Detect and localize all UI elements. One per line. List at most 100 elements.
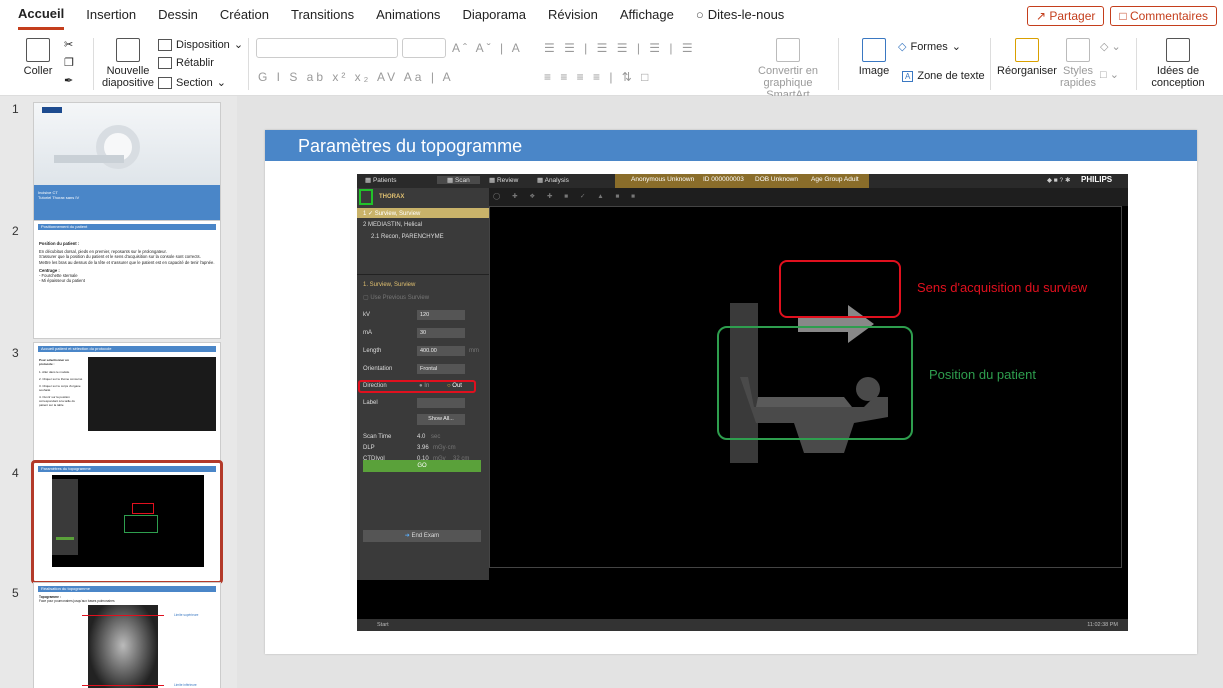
viewer-toolbar: ◯ ✚ ❖ ✚ ■ ✓ ▲ ■ ■ bbox=[489, 188, 1128, 206]
fill-icon[interactable]: ◇ ⌄ bbox=[1100, 40, 1121, 53]
reset-button[interactable]: Rétablir bbox=[158, 57, 214, 69]
tab-transitions[interactable]: Transitions bbox=[291, 0, 354, 30]
patient-age-group: Age Group Adult bbox=[811, 176, 859, 183]
outline-icon[interactable]: □ ⌄ bbox=[1100, 68, 1119, 81]
patients-icon: ▦ bbox=[365, 177, 372, 184]
checkbox-icon: ▢ bbox=[363, 295, 369, 301]
design-ideas-label-1: Idées de bbox=[1156, 65, 1200, 77]
quick-styles-icon bbox=[1066, 38, 1090, 62]
image-button[interactable]: Image bbox=[856, 38, 892, 77]
tab-animations[interactable]: Animations bbox=[376, 0, 440, 30]
series-row: 1 ✓ Surview, Surview bbox=[363, 211, 421, 217]
protocol-name: THORAX bbox=[379, 194, 405, 200]
quick-styles-button[interactable]: Styles rapides bbox=[1058, 38, 1098, 89]
thumbnail-line: Mettre les bras au dessus de la tête et … bbox=[39, 259, 215, 265]
viewer-tool-icons: ◯ ✚ ❖ ✚ ■ ✓ ▲ ■ ■ bbox=[493, 193, 641, 200]
new-slide-button[interactable]: Nouvelle diapositive bbox=[102, 38, 154, 89]
tab-label: Review bbox=[496, 177, 519, 184]
scanner-screenshot bbox=[88, 357, 216, 431]
thumbnail-line: 3. Cliquer sur le corps d'organe souhait… bbox=[39, 384, 81, 392]
thumbnail-slide-5[interactable]: Réalisation du topogramme Topogramme : F… bbox=[33, 582, 221, 688]
layout-label: Disposition bbox=[176, 38, 230, 51]
image-label: Image bbox=[858, 65, 890, 77]
lightbulb-icon: ○ bbox=[695, 7, 704, 22]
slide-thumbnails-panel[interactable]: 1 Incisive CT Tutoriel Thorax sans IV 2 … bbox=[0, 96, 237, 688]
dlp-label: DLP bbox=[363, 445, 375, 451]
tab-tell-me[interactable]: ○ Dites-le-nous bbox=[696, 0, 784, 30]
tab-affichage[interactable]: Affichage bbox=[620, 0, 674, 30]
thumbnail-slide-4-selected[interactable]: Paramètres du topogramme bbox=[31, 460, 223, 584]
go-button: GO bbox=[363, 460, 481, 472]
scanner-protocol-panel: THORAX 1 ✓ Surview, Surview 2 MEDIASTIN,… bbox=[357, 188, 489, 580]
use-previous-label: Use Previous Surview bbox=[370, 295, 430, 301]
tell-me-label: Dites-le-nous bbox=[707, 7, 785, 22]
smartart-button[interactable]: Convertir en graphique SmartArt bbox=[750, 38, 826, 101]
design-ideas-label-2: conception bbox=[1151, 77, 1205, 89]
tab-accueil[interactable]: Accueil bbox=[18, 0, 65, 30]
smartart-icon bbox=[776, 38, 800, 62]
thumbnail-slide-2[interactable]: Positionnement du patient Position du pa… bbox=[33, 220, 221, 339]
length-field: 400.00 bbox=[417, 346, 465, 356]
thumbnail-slide-3[interactable]: Accueil patient et sélection du protocol… bbox=[33, 342, 221, 461]
direction-in-radio: ● In bbox=[419, 383, 430, 389]
align-buttons[interactable]: ≡ ≡ ≡ ≡ | ⇅ □ bbox=[544, 70, 651, 84]
direction-annotation-box[interactable] bbox=[779, 260, 901, 318]
scan-time-unit: sec bbox=[431, 434, 441, 440]
tab-diaporama[interactable]: Diaporama bbox=[462, 0, 526, 30]
scanner-tab-patients: ▦ Patients bbox=[365, 176, 396, 184]
position-annotation-box[interactable] bbox=[717, 326, 913, 440]
font-format-buttons[interactable]: G I S ab x² x₂ AV Aa | A bbox=[258, 70, 454, 84]
use-previous-surview: ▢ Use Previous Surview bbox=[363, 294, 429, 301]
smartart-label-1: Convertir en bbox=[758, 65, 818, 77]
tab-creation[interactable]: Création bbox=[220, 0, 269, 30]
layout-button[interactable]: Disposition ⌄ bbox=[158, 38, 243, 51]
tab-label: Scan bbox=[454, 177, 470, 184]
shapes-button[interactable]: ◇ Formes ⌄ bbox=[898, 40, 961, 54]
philips-logo: PHILIPS bbox=[1081, 175, 1113, 184]
comments-button[interactable]: □ Commentaires bbox=[1110, 6, 1217, 26]
scanner-tab-scan: ▦ Scan bbox=[437, 176, 480, 184]
comment-icon: □ bbox=[1119, 9, 1130, 23]
scan-icon: ▦ bbox=[447, 177, 454, 184]
slide-title[interactable]: Paramètres du topogramme bbox=[298, 136, 522, 157]
slide-title-bar: Paramètres du topogramme bbox=[265, 130, 1197, 161]
thumbnail-slide-1[interactable]: Incisive CT Tutoriel Thorax sans IV bbox=[33, 102, 221, 221]
thumbnail-line: Tutoriel Thorax sans IV bbox=[38, 195, 80, 200]
paste-button[interactable]: Coller bbox=[18, 38, 58, 77]
tab-dessin[interactable]: Dessin bbox=[158, 0, 198, 30]
font-size-buttons[interactable]: Aˆ Aˇ | A bbox=[452, 41, 523, 55]
font-size-select[interactable] bbox=[402, 38, 446, 58]
ct-scanner-image bbox=[34, 103, 220, 185]
position-annotation-label[interactable]: Position du patient bbox=[929, 367, 1036, 382]
cut-icon[interactable]: ✂ bbox=[64, 38, 73, 51]
arrange-button[interactable]: Réorganiser bbox=[997, 38, 1057, 77]
thumbnail-line: Face pour poumonaires jusqu'aux bases pu… bbox=[39, 599, 115, 603]
current-slide[interactable]: Paramètres du topogramme ▦ Patients ▦ Sc… bbox=[265, 130, 1197, 654]
thumbnail-title: Paramètres du topogramme bbox=[38, 466, 216, 472]
font-family-select[interactable] bbox=[256, 38, 398, 58]
shapes-icon: ◇ bbox=[898, 41, 907, 53]
tab-insertion[interactable]: Insertion bbox=[86, 0, 136, 30]
quick-styles-label-2: rapides bbox=[1059, 77, 1097, 89]
patient-banner: Anonymous Unknown ID 000000003 DOB Unkno… bbox=[615, 174, 869, 188]
tab-label: Patients bbox=[372, 177, 397, 184]
status-clock: 11:02:38 PM bbox=[1087, 622, 1118, 628]
series-row: 2.1 Recon, PARENCHYME bbox=[371, 234, 444, 240]
thumbnail-title: Accueil patient et sélection du protocol… bbox=[38, 346, 216, 352]
thumbnail-line: 2. Cliquer sur le thème concerné bbox=[39, 377, 83, 381]
thumbnail-number: 4 bbox=[12, 466, 19, 480]
section-button[interactable]: Section ⌄ bbox=[158, 76, 226, 89]
copy-icon[interactable]: ❐ bbox=[64, 56, 74, 69]
slide-editor[interactable]: Paramètres du topogramme ▦ Patients ▦ Sc… bbox=[237, 96, 1223, 688]
share-label: Partager bbox=[1049, 9, 1096, 23]
textbox-button[interactable]: A Zone de texte bbox=[902, 70, 985, 82]
paragraph-buttons[interactable]: ☰ ☰ | ☰ ☰ | ☰ | ☰ bbox=[544, 41, 696, 55]
direction-annotation-label[interactable]: Sens d'acquisition du surview bbox=[917, 280, 1087, 295]
format-painter-icon[interactable]: ✒ bbox=[64, 74, 73, 87]
share-icon: ↗ bbox=[1035, 9, 1050, 23]
tab-revision[interactable]: Révision bbox=[548, 0, 598, 30]
patient-name: Anonymous Unknown bbox=[631, 176, 695, 183]
design-ideas-button[interactable]: Idées de conception bbox=[1146, 38, 1210, 89]
share-button[interactable]: ↗ Partager bbox=[1026, 6, 1105, 26]
textbox-icon: A bbox=[902, 70, 914, 82]
